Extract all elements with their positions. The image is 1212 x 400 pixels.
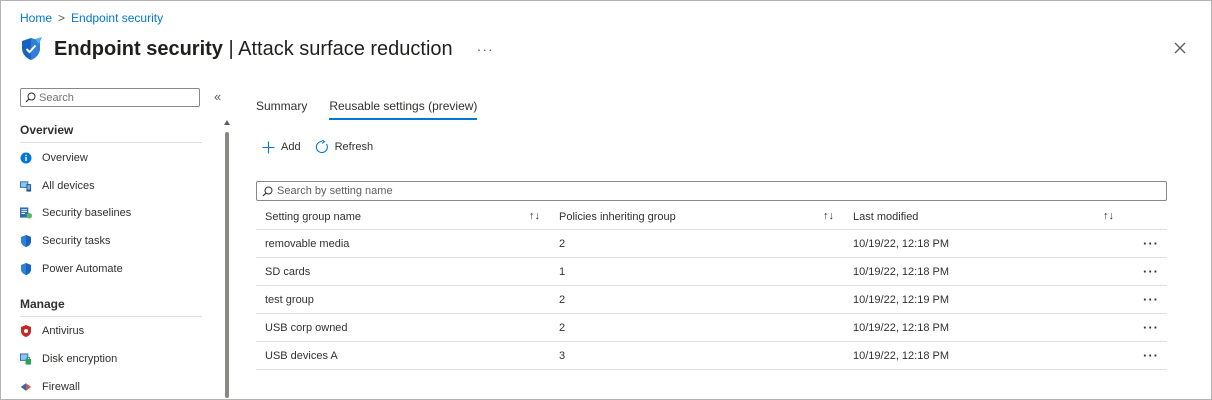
sort-icon[interactable]: ↑↓ <box>823 210 834 222</box>
row-more-button[interactable]: ··· <box>1124 285 1167 314</box>
sidebar-search[interactable] <box>20 88 200 107</box>
shield-check-icon <box>22 37 42 60</box>
sidebar-item-label: Antivirus <box>42 325 85 337</box>
sidebar-item-label: Disk encryption <box>42 353 118 365</box>
sidebar-item-label: Overview <box>42 152 88 164</box>
cell-last-modified: 10/19/22, 12:18 PM <box>844 257 1124 286</box>
sort-icon[interactable]: ↑↓ <box>529 210 540 222</box>
table-row[interactable]: USB corp owned 2 10/19/22, 12:18 PM ··· <box>256 313 1167 342</box>
sidebar-item-label: All devices <box>42 180 95 192</box>
command-bar: Add Refresh <box>262 140 387 154</box>
cell-policies: 3 <box>550 341 844 370</box>
sidebar-item-disk-encryption[interactable]: Disk encryption <box>20 349 117 369</box>
cell-policies: 1 <box>550 257 844 286</box>
sidebar-item-overview[interactable]: Overview <box>20 148 88 168</box>
sidebar-item-label: Power Automate <box>42 263 123 275</box>
devices-icon <box>20 180 32 192</box>
breadcrumb-home-link[interactable]: Home <box>20 11 52 25</box>
sidebar-item-label: Firewall <box>42 381 80 393</box>
table-row[interactable]: removable media 2 10/19/22, 12:18 PM ··· <box>256 229 1167 258</box>
cell-last-modified: 10/19/22, 12:19 PM <box>844 285 1124 314</box>
settings-table: Setting group name ↑↓ Policies inheriting… <box>256 205 1167 370</box>
row-more-button[interactable]: ··· <box>1124 229 1167 258</box>
table-row[interactable]: USB devices A 3 10/19/22, 12:18 PM ··· <box>256 341 1167 370</box>
cell-policies: 2 <box>550 313 844 342</box>
sidebar-item-firewall[interactable]: Firewall <box>20 377 80 397</box>
sort-icon[interactable]: ↑↓ <box>1103 210 1114 222</box>
refresh-button-label: Refresh <box>334 141 374 153</box>
cell-setting-group-name[interactable]: USB devices A <box>256 341 550 370</box>
sidebar-item-label: Security tasks <box>42 235 111 247</box>
column-label: Last modified <box>853 211 919 223</box>
cell-last-modified: 10/19/22, 12:18 PM <box>844 313 1124 342</box>
sidebar-search-input[interactable] <box>36 91 189 104</box>
cell-setting-group-name[interactable]: test group <box>256 285 550 314</box>
column-header-setting-group-name[interactable]: Setting group name ↑↓ <box>256 205 550 230</box>
tab-reusable-settings[interactable]: Reusable settings (preview) <box>329 99 478 120</box>
search-icon <box>25 92 36 103</box>
tab-bar: Summary Reusable settings (preview) <box>256 99 499 120</box>
table-header-row: Setting group name ↑↓ Policies inheriting… <box>256 205 1167 230</box>
column-header-policies-inheriting[interactable]: Policies inheriting group ↑↓ <box>550 205 844 230</box>
column-label: Setting group name <box>265 211 362 223</box>
cell-last-modified: 10/19/22, 12:18 PM <box>844 341 1124 370</box>
column-header-last-modified[interactable]: Last modified ↑↓ <box>844 205 1124 230</box>
cell-policies: 2 <box>550 229 844 258</box>
sidebar-item-all-devices[interactable]: All devices <box>20 176 95 196</box>
add-button[interactable]: Add <box>262 141 301 154</box>
sidebar-scrollbar[interactable] <box>224 120 230 398</box>
cell-setting-group-name[interactable]: SD cards <box>256 257 550 286</box>
divider <box>20 316 202 317</box>
table-row[interactable]: test group 2 10/19/22, 12:19 PM ··· <box>256 285 1167 314</box>
baseline-icon <box>20 207 32 219</box>
add-button-label: Add <box>281 141 301 153</box>
sidebar-item-security-baselines[interactable]: Security baselines <box>20 203 131 223</box>
cell-setting-group-name[interactable]: USB corp owned <box>256 313 550 342</box>
sidebar-item-security-tasks[interactable]: Security tasks <box>20 231 110 251</box>
row-more-button[interactable]: ··· <box>1124 341 1167 370</box>
sidebar-item-label: Security baselines <box>42 207 132 219</box>
plus-icon <box>262 141 275 153</box>
shield-icon <box>20 235 32 247</box>
row-more-button[interactable]: ··· <box>1124 257 1167 286</box>
sidebar-item-power-automate[interactable]: Power Automate <box>20 259 123 279</box>
table-row[interactable]: SD cards 1 10/19/22, 12:18 PM ··· <box>256 257 1167 286</box>
disk-encryption-icon <box>20 353 32 365</box>
column-header-actions <box>1124 205 1167 230</box>
antivirus-icon <box>20 325 32 337</box>
scrollbar-thumb[interactable] <box>225 132 229 398</box>
firewall-icon <box>20 381 32 393</box>
breadcrumb-endpoint-security-link[interactable]: Endpoint security <box>71 11 163 25</box>
column-label: Policies inheriting group <box>559 211 676 223</box>
setting-search[interactable] <box>256 181 1167 201</box>
refresh-icon <box>315 140 328 154</box>
section-overview-heading: Overview <box>20 123 74 137</box>
tab-summary[interactable]: Summary <box>256 99 307 120</box>
cell-last-modified: 10/19/22, 12:18 PM <box>844 229 1124 258</box>
page-title: Endpoint security | Attack surface reduc… <box>54 38 453 61</box>
cell-policies: 2 <box>550 285 844 314</box>
breadcrumb-separator: > <box>58 11 66 25</box>
section-manage-heading: Manage <box>20 297 65 311</box>
search-icon <box>262 186 273 196</box>
scroll-up-icon[interactable] <box>224 120 230 125</box>
close-icon[interactable] <box>1172 40 1188 56</box>
cell-setting-group-name[interactable]: removable media <box>256 229 550 258</box>
row-more-button[interactable]: ··· <box>1124 313 1167 342</box>
more-options-button[interactable]: ··· <box>477 41 494 57</box>
page-title-main: Endpoint security <box>54 37 223 60</box>
breadcrumb: Home > Endpoint security <box>20 11 163 25</box>
page-header: Endpoint security | Attack surface reduc… <box>18 34 494 64</box>
refresh-button[interactable]: Refresh <box>315 140 374 154</box>
collapse-sidebar-button[interactable]: « <box>214 89 221 104</box>
shield-icon <box>20 263 32 275</box>
sidebar-item-antivirus[interactable]: Antivirus <box>20 321 84 341</box>
page-title-sub: | Attack surface reduction <box>222 37 453 60</box>
info-icon <box>20 152 32 164</box>
divider <box>20 142 202 143</box>
setting-search-input[interactable] <box>273 185 1137 197</box>
